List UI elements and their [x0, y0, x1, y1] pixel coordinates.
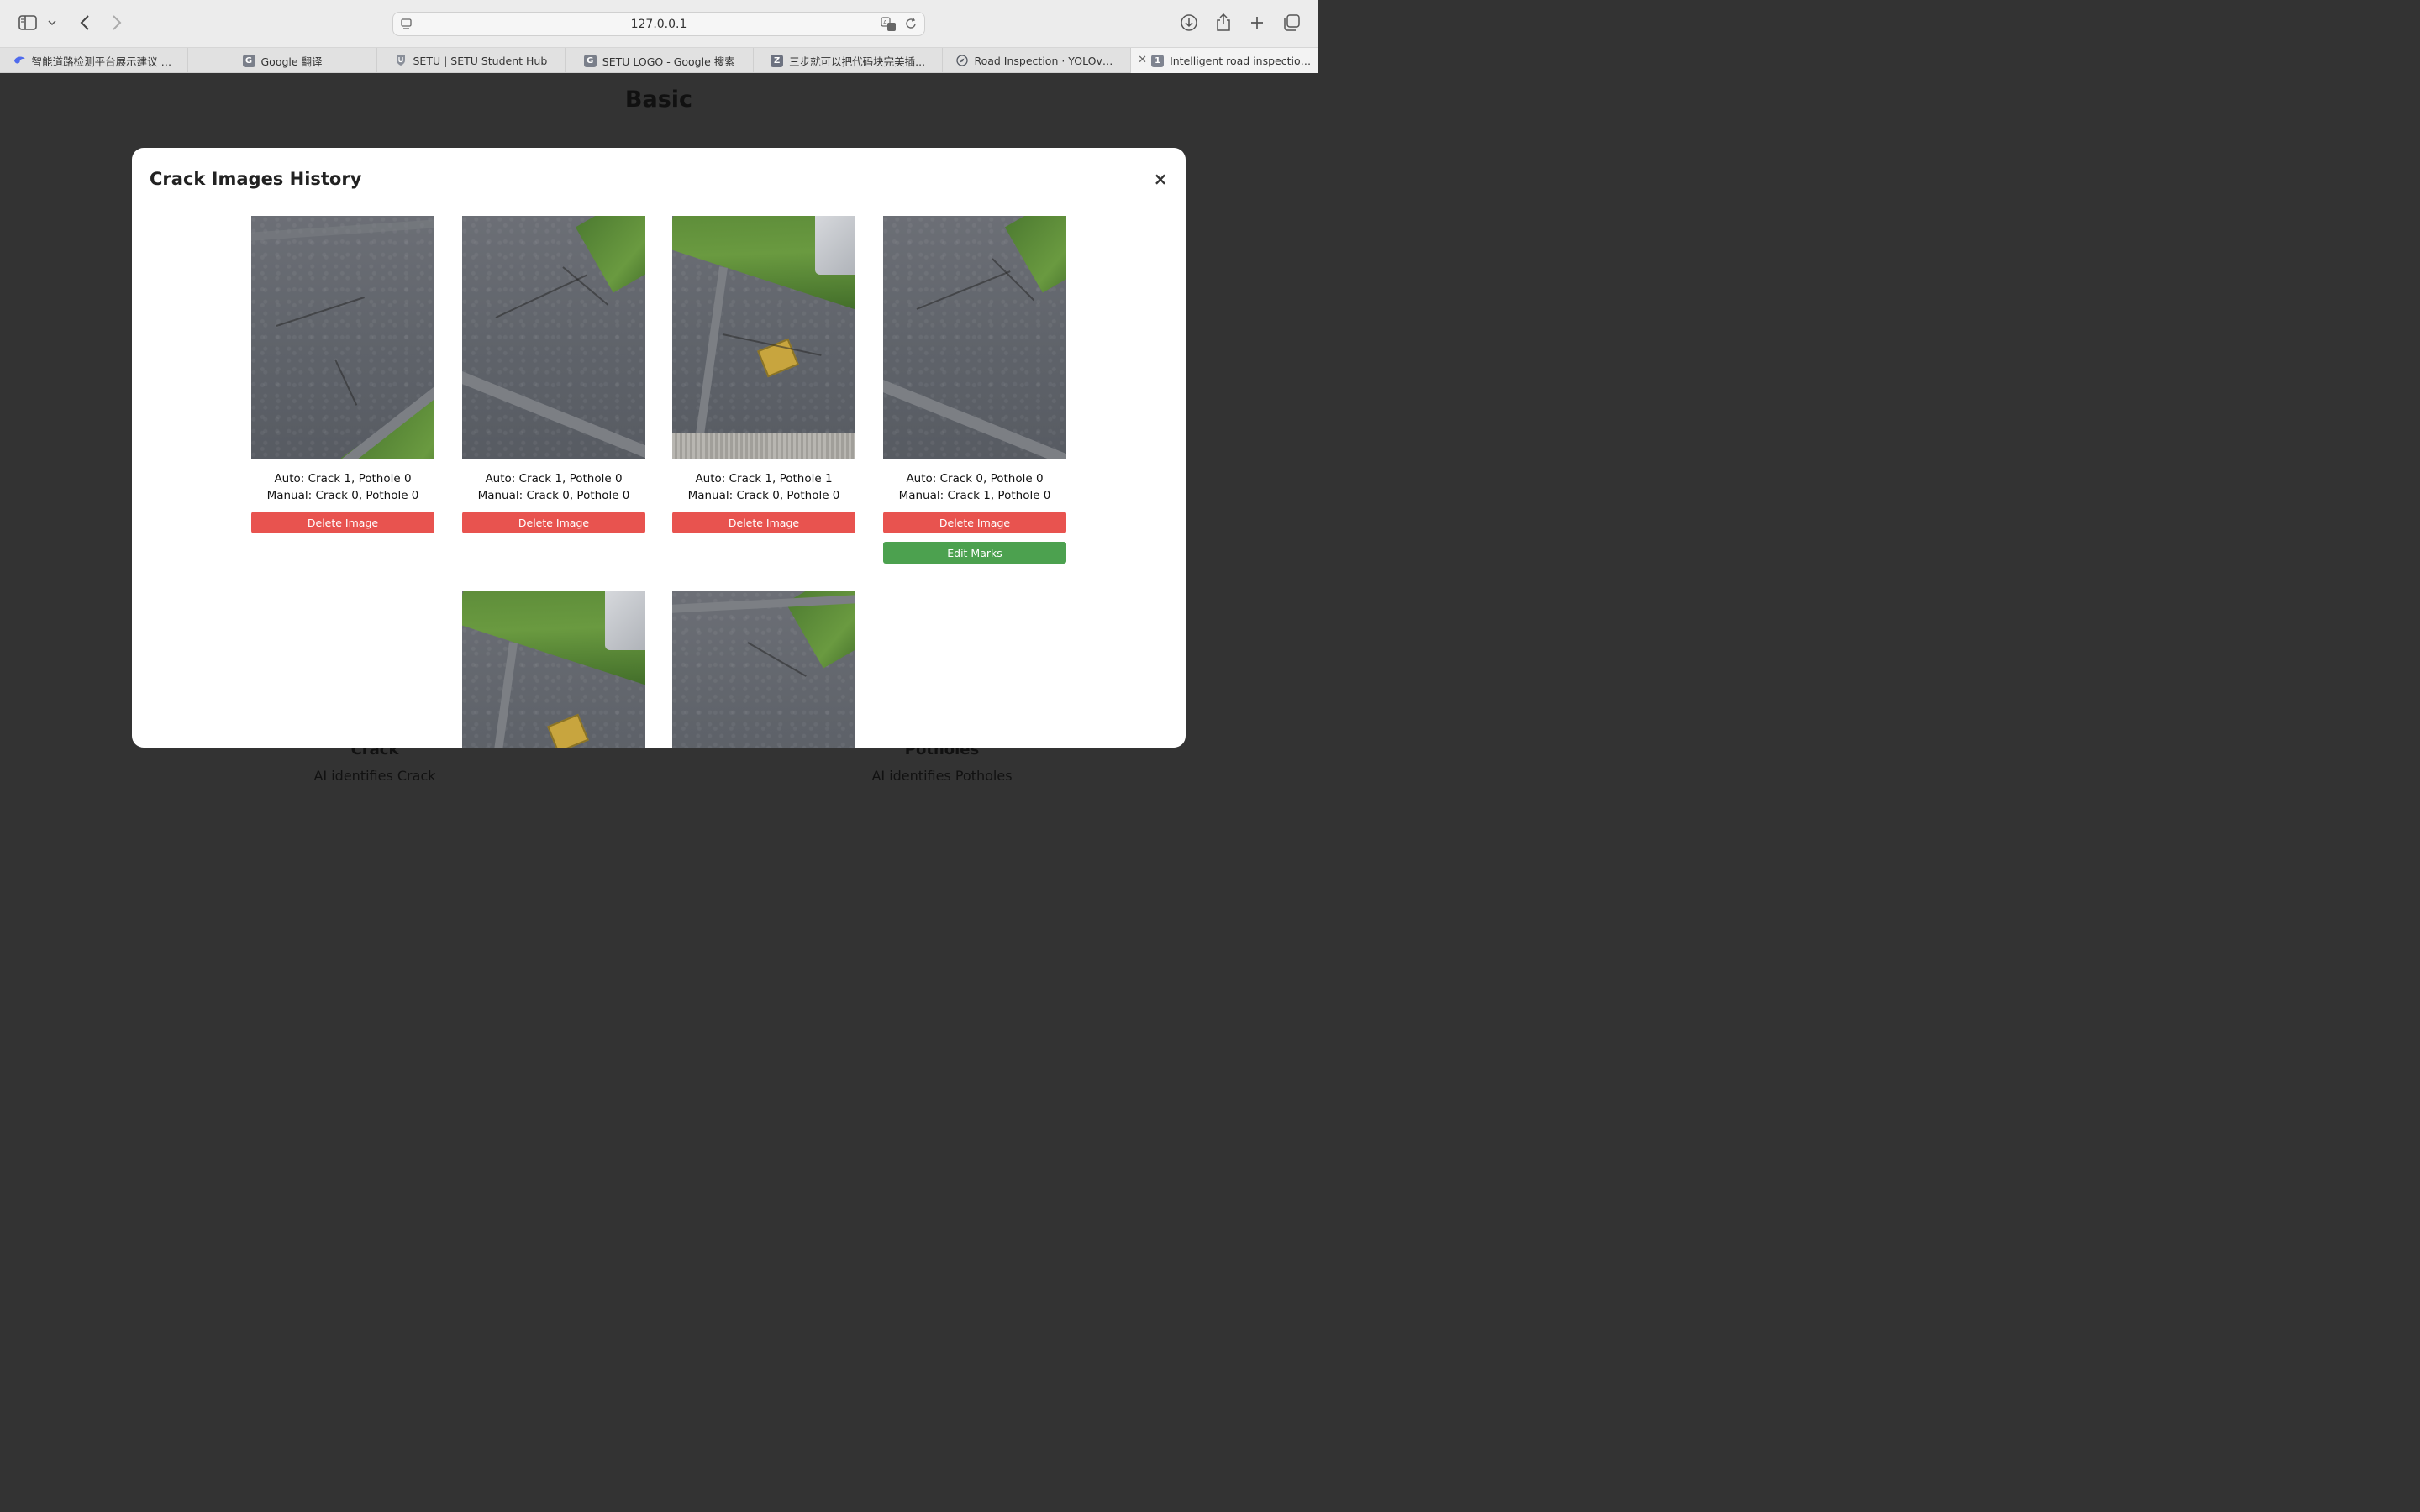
image-card: Auto: Crack 1, Pothole 0 Manual: Crack 0… [251, 216, 434, 533]
delete-image-button[interactable]: Delete Image [883, 512, 1066, 533]
manual-count-text: Manual: Crack 0, Pothole 0 [266, 489, 419, 502]
share-icon[interactable] [1213, 12, 1234, 34]
road-image[interactable] [462, 591, 645, 748]
tab-title: SETU | SETU Student Hub [413, 54, 548, 67]
road-image[interactable] [672, 216, 855, 459]
chevron-down-icon[interactable] [44, 12, 60, 34]
ai-assistant-icon [13, 55, 26, 67]
manual-count-text: Manual: Crack 0, Pothole 0 [477, 489, 630, 502]
image-card: Auto: Crack 1, Pothole 1 Manual: Crack 0… [672, 216, 855, 533]
feature-desc-crack: AI identifies Crack [313, 768, 436, 784]
forward-icon[interactable] [106, 12, 128, 34]
detection-summary: Auto: Crack 1, Pothole 1 Manual: Crack 0… [672, 470, 855, 504]
detection-summary: Auto: Crack 0, Pothole 0 Manual: Crack 1… [883, 470, 1066, 504]
reload-icon[interactable] [904, 17, 918, 34]
tab-2[interactable]: SETU | SETU Student Hub [377, 48, 566, 73]
tab-6-active[interactable]: ✕ 1 Intelligent road inspection p... [1131, 48, 1318, 73]
manual-count-text: Manual: Crack 0, Pothole 0 [687, 489, 840, 502]
page-title: Basic [624, 87, 693, 113]
new-tab-icon[interactable] [1246, 12, 1268, 34]
tab-number-icon: 1 [1151, 54, 1165, 67]
address-bar[interactable]: 127.0.0.1 A [392, 12, 925, 36]
crack-history-modal: Crack Images History × Auto: Crack 1, Po… [132, 148, 1186, 748]
zhihu-icon: Z [771, 54, 784, 67]
road-image[interactable] [672, 591, 855, 748]
edit-marks-button[interactable]: Edit Marks [883, 542, 1066, 564]
modal-title: Crack Images History [150, 169, 362, 189]
tab-4[interactable]: Z 三步就可以把代码块完美插... [754, 48, 943, 73]
sidebar-toggle-icon[interactable] [17, 12, 39, 34]
auto-count-text: Auto: Crack 0, Pothole 0 [906, 472, 1044, 486]
shield-logo-icon [394, 55, 407, 67]
delete-image-button[interactable]: Delete Image [251, 512, 434, 533]
image-card: Auto: Crack 0, Pothole 0 Manual: Crack 1… [883, 216, 1066, 564]
detection-summary: Auto: Crack 1, Pothole 0 Manual: Crack 0… [462, 470, 645, 504]
auto-count-text: Auto: Crack 1, Pothole 0 [274, 472, 412, 486]
translate-icon[interactable]: A [881, 17, 897, 35]
road-image[interactable] [251, 216, 434, 459]
close-tab-icon[interactable]: ✕ [1138, 54, 1147, 66]
tab-title: 三步就可以把代码块完美插... [789, 55, 926, 68]
tab-title: Road Inspection · YOLOv8... [974, 54, 1118, 67]
auto-count-text: Auto: Crack 1, Pothole 1 [695, 472, 833, 486]
tab-title: 智能道路检测平台展示建议 -... [31, 55, 175, 68]
page-settings-icon[interactable] [400, 18, 413, 34]
google-icon: G [583, 54, 597, 67]
manhole-plate [547, 713, 589, 748]
detection-summary: Auto: Crack 1, Pothole 0 Manual: Crack 0… [251, 470, 434, 504]
tab-overview-icon[interactable] [1281, 12, 1302, 34]
road-image[interactable] [462, 216, 645, 459]
image-card [462, 591, 645, 748]
road-image[interactable] [883, 216, 1066, 459]
tab-0[interactable]: 智能道路检测平台展示建议 -... [0, 48, 189, 73]
compass-icon [955, 55, 968, 67]
svg-text:A: A [883, 19, 887, 26]
browser-toolbar: 127.0.0.1 A [0, 0, 1318, 48]
delete-image-button[interactable]: Delete Image [462, 512, 645, 533]
tab-title: Google 翻译 [260, 55, 323, 68]
address-text: 127.0.0.1 [630, 17, 687, 31]
tab-title: SETU LOGO - Google 搜索 [602, 55, 735, 68]
downloads-icon[interactable] [1178, 12, 1200, 34]
feature-desc-potholes: AI identifies Potholes [871, 768, 1013, 784]
manhole-plate [757, 338, 799, 378]
close-icon[interactable]: × [1152, 169, 1169, 189]
auto-count-text: Auto: Crack 1, Pothole 0 [485, 472, 623, 486]
image-card: Auto: Crack 1, Pothole 0 Manual: Crack 0… [462, 216, 645, 533]
delete-image-button[interactable]: Delete Image [672, 512, 855, 533]
google-icon: G [242, 54, 255, 67]
manual-count-text: Manual: Crack 1, Pothole 0 [898, 489, 1051, 502]
image-card [672, 591, 855, 748]
tab-bar: 智能道路检测平台展示建议 -... G Google 翻译 SETU | SET… [0, 48, 1318, 73]
tab-3[interactable]: G SETU LOGO - Google 搜索 [566, 48, 755, 73]
tab-1[interactable]: G Google 翻译 [188, 48, 377, 73]
tab-5[interactable]: Road Inspection · YOLOv8... [943, 48, 1132, 73]
back-icon[interactable] [74, 12, 96, 34]
tab-title: Intelligent road inspection p... [1170, 54, 1313, 67]
